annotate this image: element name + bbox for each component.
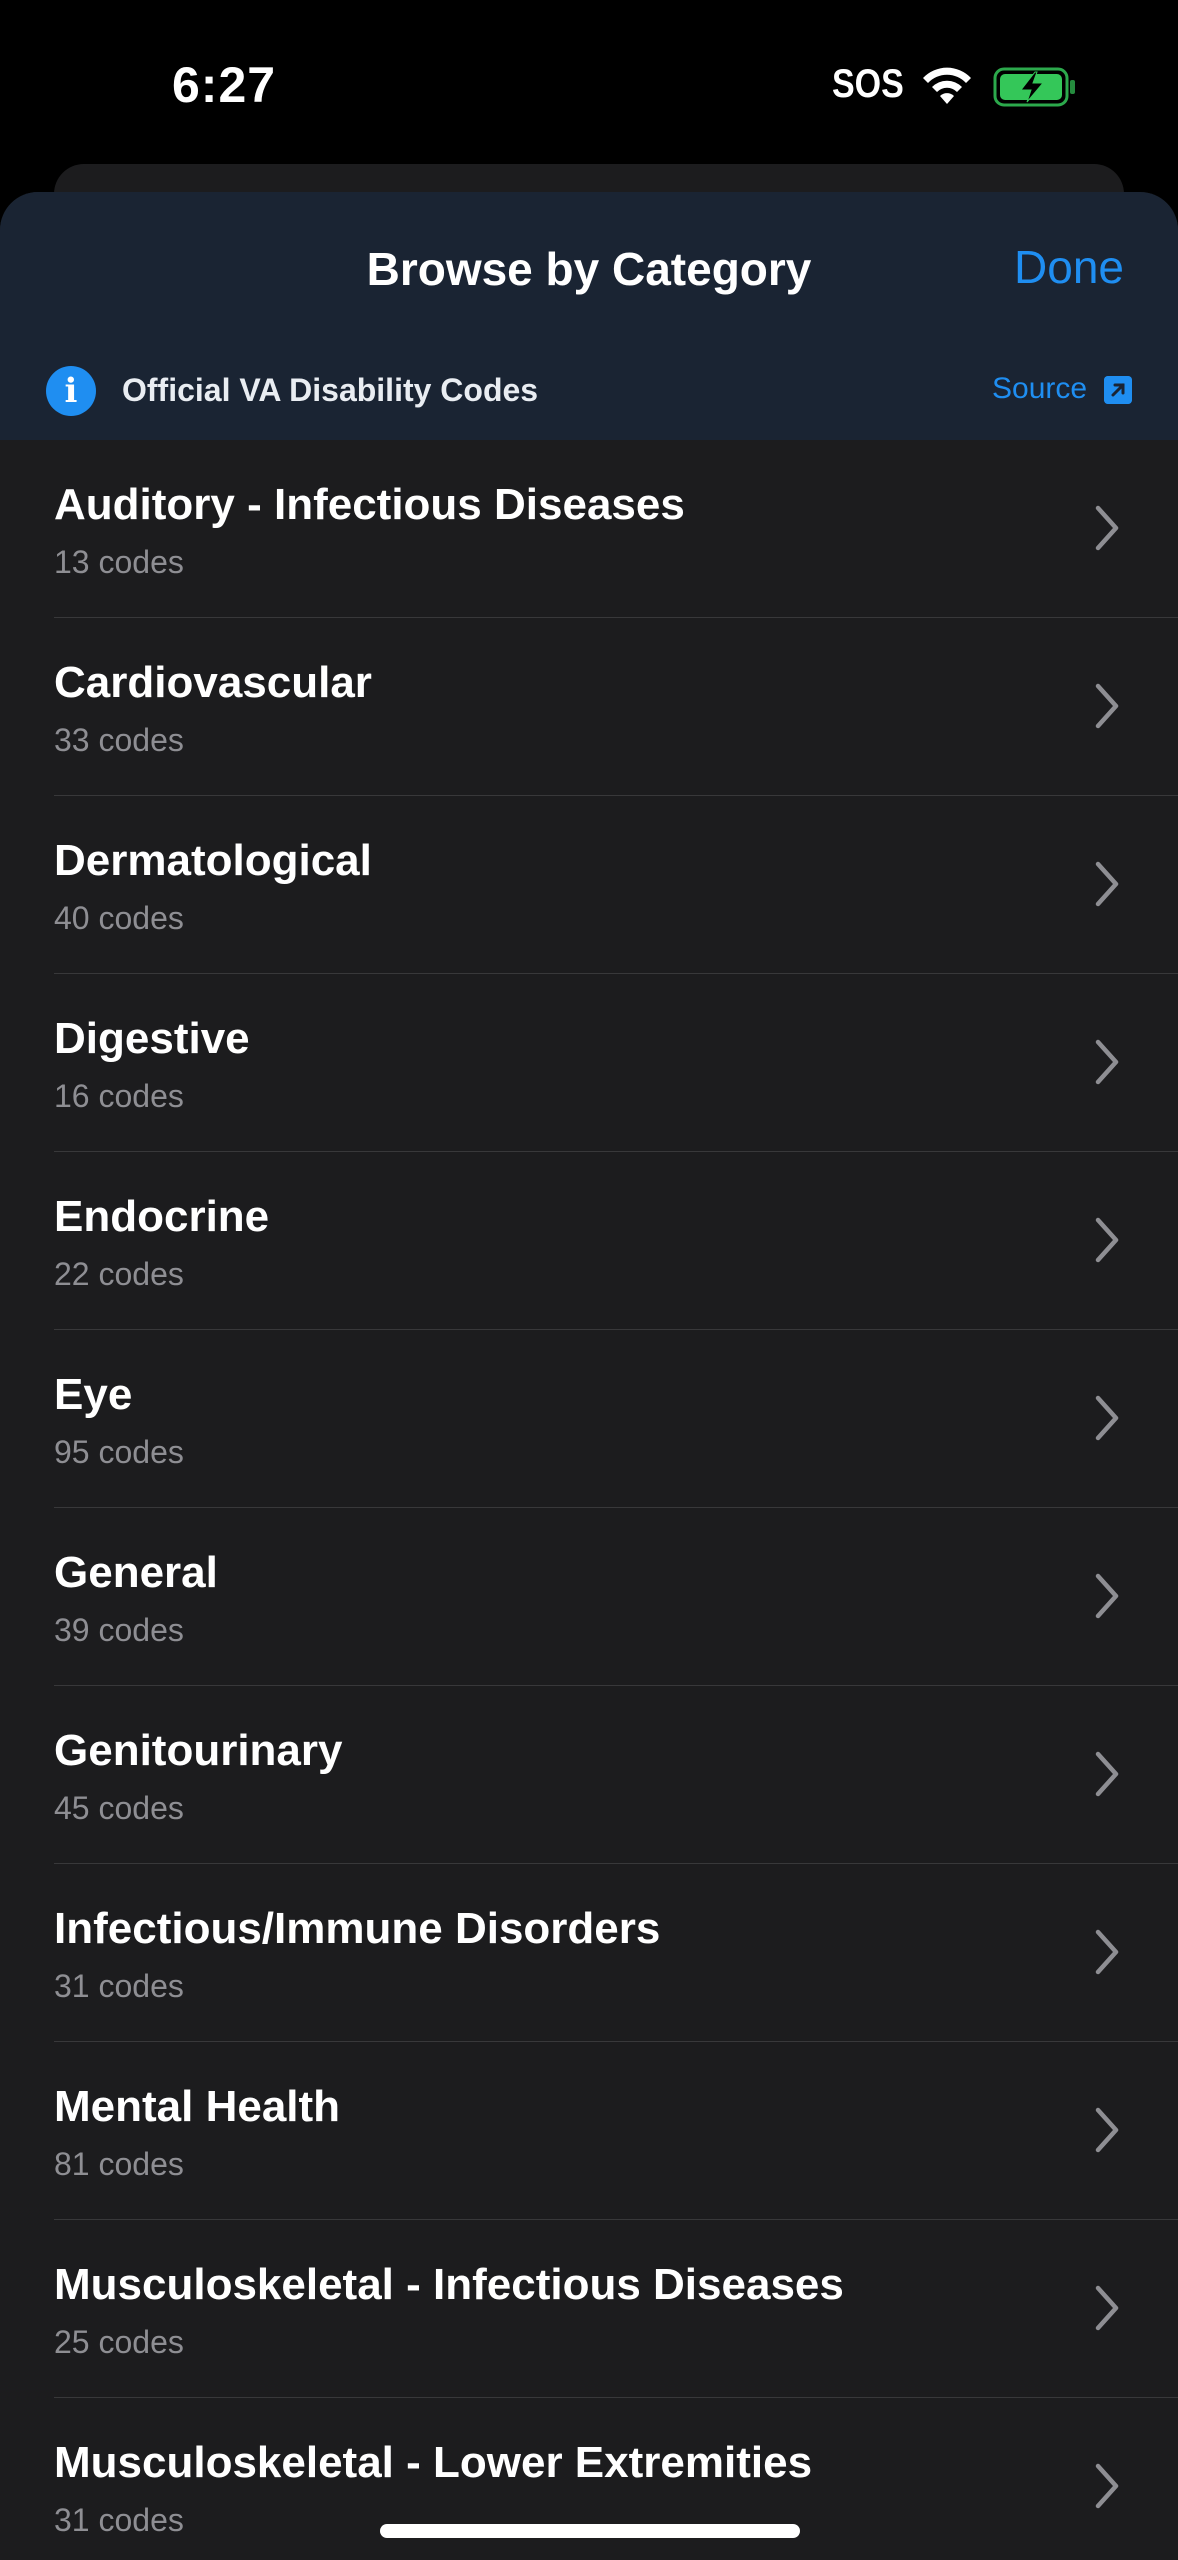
category-name: Infectious/Immune Disorders <box>54 1904 661 1953</box>
category-row[interactable]: Digestive 16 codes <box>0 974 1178 1152</box>
category-name: Mental Health <box>54 2082 341 2131</box>
category-count: 33 codes <box>54 722 184 758</box>
category-row[interactable]: Cardiovascular 33 codes <box>0 618 1178 796</box>
status-sos: SOS <box>832 62 904 106</box>
category-row[interactable]: Musculoskeletal - Infectious Diseases 25 … <box>0 2220 1178 2398</box>
category-name: Genitourinary <box>54 1726 343 1775</box>
chevron-right-icon <box>1095 2463 1119 2509</box>
chevron-right-icon <box>1095 2285 1119 2331</box>
chevron-right-icon <box>1095 1217 1119 1263</box>
chevron-right-icon <box>1095 1751 1119 1797</box>
done-button[interactable]: Done <box>1014 240 1124 294</box>
chevron-right-icon <box>1095 1395 1119 1441</box>
category-name: Digestive <box>54 1014 250 1063</box>
category-count: 45 codes <box>54 1790 184 1826</box>
category-row[interactable]: Mental Health 81 codes <box>0 2042 1178 2220</box>
category-count: 13 codes <box>54 544 184 580</box>
category-row[interactable]: Infectious/Immune Disorders 31 codes <box>0 1864 1178 2042</box>
category-name: Eye <box>54 1370 133 1419</box>
category-name: Musculoskeletal - Infectious Diseases <box>54 2260 844 2309</box>
chevron-right-icon <box>1095 2107 1119 2153</box>
sheet-header: Browse by Category Done i Official VA Di… <box>0 192 1178 440</box>
chevron-right-icon <box>1095 861 1119 907</box>
category-count: 25 codes <box>54 2324 184 2360</box>
external-link-icon[interactable] <box>1104 376 1132 404</box>
screen: 6:27 SOS Browse by Category Done i Offic… <box>0 0 1178 2560</box>
category-name: Endocrine <box>54 1192 270 1241</box>
status-bar: 6:27 SOS <box>0 0 1178 160</box>
info-icon: i <box>46 366 96 416</box>
category-count: 39 codes <box>54 1612 184 1648</box>
category-count: 31 codes <box>54 1968 184 2004</box>
category-name: Cardiovascular <box>54 658 372 707</box>
category-name: General <box>54 1548 218 1597</box>
chevron-right-icon <box>1095 1573 1119 1619</box>
info-banner-text: Official VA Disability Codes <box>122 372 539 408</box>
category-row[interactable]: Auditory - Infectious Diseases 13 codes <box>0 440 1178 618</box>
category-row[interactable]: Dermatological 40 codes <box>0 796 1178 974</box>
category-count: 16 codes <box>54 1078 184 1114</box>
wifi-icon <box>923 67 971 104</box>
category-row[interactable]: Endocrine 22 codes <box>0 1152 1178 1330</box>
category-row[interactable]: Eye 95 codes <box>0 1330 1178 1508</box>
category-name: Musculoskeletal - Lower Extremities <box>54 2438 813 2487</box>
category-sheet: Browse by Category Done i Official VA Di… <box>0 192 1178 2560</box>
sheet-title: Browse by Category <box>366 243 812 295</box>
category-count: 40 codes <box>54 900 184 936</box>
category-count: 22 codes <box>54 1256 184 1292</box>
category-name: Dermatological <box>54 836 372 885</box>
chevron-right-icon <box>1095 1929 1119 1975</box>
category-name: Auditory - Infectious Diseases <box>54 480 685 529</box>
status-time: 6:27 <box>172 57 277 113</box>
category-count: 95 codes <box>54 1434 184 1470</box>
chevron-right-icon <box>1095 1039 1119 1085</box>
category-count: 31 codes <box>54 2502 184 2538</box>
category-list: Auditory - Infectious Diseases 13 codes Ca… <box>0 440 1178 2560</box>
chevron-right-icon <box>1095 683 1119 729</box>
category-row[interactable]: General 39 codes <box>0 1508 1178 1686</box>
source-link[interactable]: Source <box>992 372 1087 406</box>
category-count: 81 codes <box>54 2146 184 2182</box>
home-indicator[interactable] <box>380 2524 800 2538</box>
battery-charging-icon <box>993 67 1075 107</box>
category-row[interactable]: Genitourinary 45 codes <box>0 1686 1178 1864</box>
chevron-right-icon <box>1095 505 1119 551</box>
